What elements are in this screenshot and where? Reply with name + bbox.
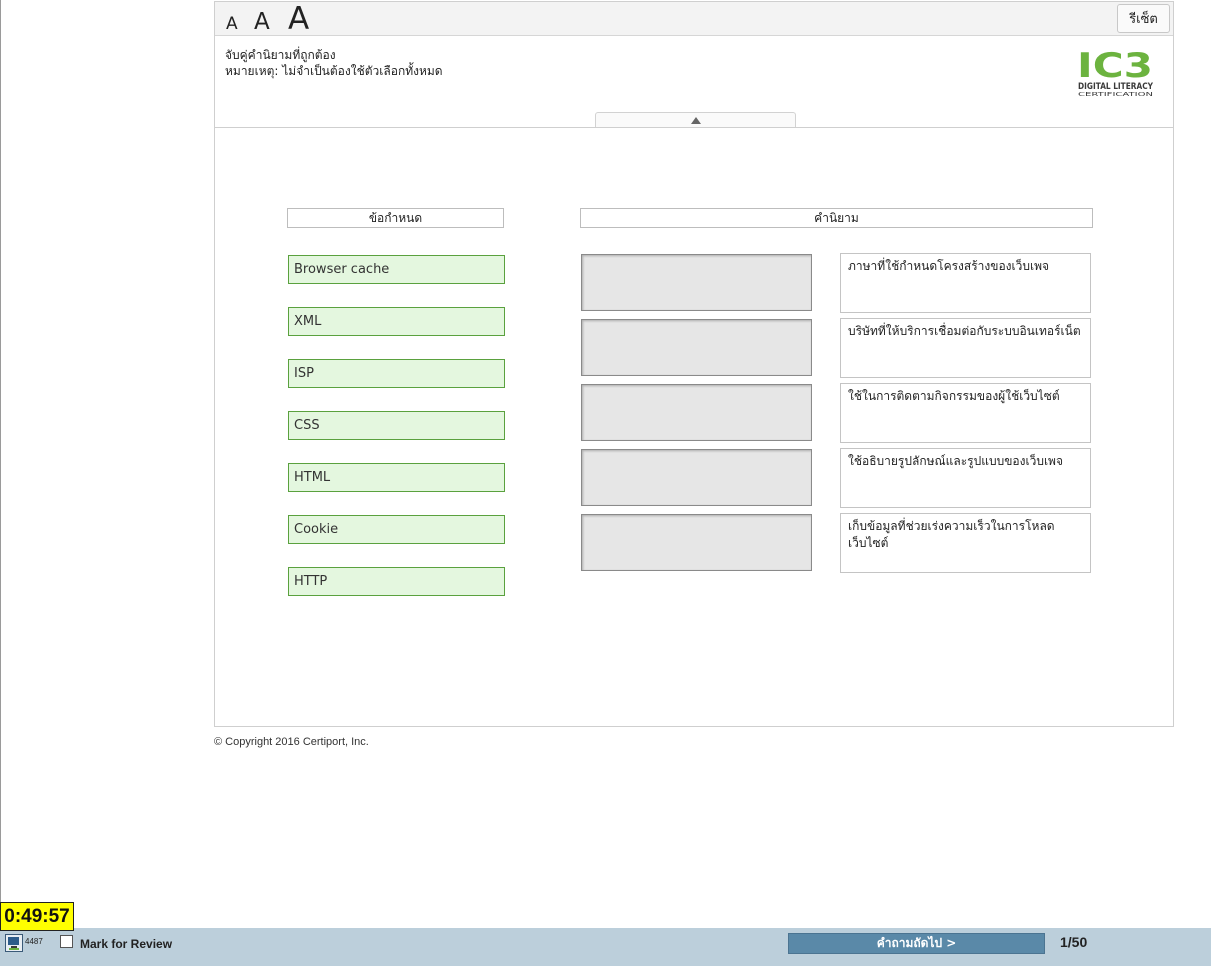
- ic3-logo-brand: IC3: [1077, 46, 1153, 86]
- exam-timer: 0:49:57: [0, 902, 74, 931]
- mark-for-review-checkbox[interactable]: [60, 935, 73, 948]
- question-instructions: จับคู่คำนิยามที่ถูกต้อง หมายเหตุ: ไม่จำเ…: [225, 47, 443, 79]
- next-question-button[interactable]: คำถามถัดไป >: [788, 933, 1045, 954]
- exam-id: 4487: [25, 937, 43, 946]
- triangle-up-icon: [690, 116, 701, 124]
- window-left-edge: [0, 0, 1, 928]
- terms-column-header: ข้อกำหนด: [287, 208, 504, 228]
- reset-button[interactable]: รีเซ็ต: [1117, 4, 1170, 33]
- definition-4: ใช้อธิบายรูปลักษณ์และรูปแบบของเว็บเพจ: [840, 448, 1091, 508]
- term-xml[interactable]: XML: [288, 307, 505, 336]
- term-browser-cache[interactable]: Browser cache: [288, 255, 505, 284]
- font-size-toolbar: A A A รีเซ็ต: [215, 2, 1173, 36]
- term-http[interactable]: HTTP: [288, 567, 505, 596]
- question-counter: 1/50: [1060, 934, 1088, 950]
- mark-for-review-label[interactable]: Mark for Review: [80, 937, 172, 951]
- drop-slot-1[interactable]: [581, 254, 812, 311]
- copyright-text: © Copyright 2016 Certiport, Inc.: [214, 736, 369, 748]
- drop-slot-4[interactable]: [581, 449, 812, 506]
- definitions-column-header: คำนิยาม: [580, 208, 1093, 228]
- font-size-large-button[interactable]: A: [288, 4, 309, 35]
- drop-slot-3[interactable]: [581, 384, 812, 441]
- question-panel: A A A รีเซ็ต จับคู่คำนิยามที่ถูกต้อง หมา…: [214, 1, 1174, 727]
- font-size-medium-button[interactable]: A: [254, 11, 270, 34]
- collapse-instructions-tab[interactable]: [595, 112, 796, 127]
- definition-1: ภาษาที่ใช้กำหนดโครงสร้างของเว็บเพจ: [840, 253, 1091, 313]
- font-size-small-button[interactable]: A: [226, 16, 238, 33]
- exam-computer-icon[interactable]: [5, 934, 23, 952]
- term-isp[interactable]: ISP: [288, 359, 505, 388]
- exam-status-bar: 4487 Mark for Review คำถามถัดไป > 1/50: [0, 928, 1211, 966]
- term-css[interactable]: CSS: [288, 411, 505, 440]
- instruction-line: จับคู่คำนิยามที่ถูกต้อง: [225, 48, 336, 62]
- definition-5: เก็บข้อมูลที่ช่วยเร่งความเร็วในการโหลดเว…: [840, 513, 1091, 573]
- ic3-logo: IC3 DIGITAL LITERACY CERTIFICATION: [1077, 46, 1154, 98]
- instruction-note: หมายเหตุ: ไม่จำเป็นต้องใช้ตัวเลือกทั้งหม…: [225, 64, 443, 78]
- drop-slot-5[interactable]: [581, 514, 812, 571]
- drop-slot-2[interactable]: [581, 319, 812, 376]
- ic3-logo-line1: DIGITAL LITERACY: [1078, 82, 1153, 92]
- term-cookie[interactable]: Cookie: [288, 515, 505, 544]
- term-html[interactable]: HTML: [288, 463, 505, 492]
- definition-2: บริษัทที่ให้บริการเชื่อมต่อกับระบบอินเทอ…: [840, 318, 1091, 378]
- definition-3: ใช้ในการติดตามกิจกรรมของผู้ใช้เว็บไซต์: [840, 383, 1091, 443]
- header-divider: [215, 127, 1173, 128]
- ic3-logo-line2: CERTIFICATION: [1078, 92, 1154, 98]
